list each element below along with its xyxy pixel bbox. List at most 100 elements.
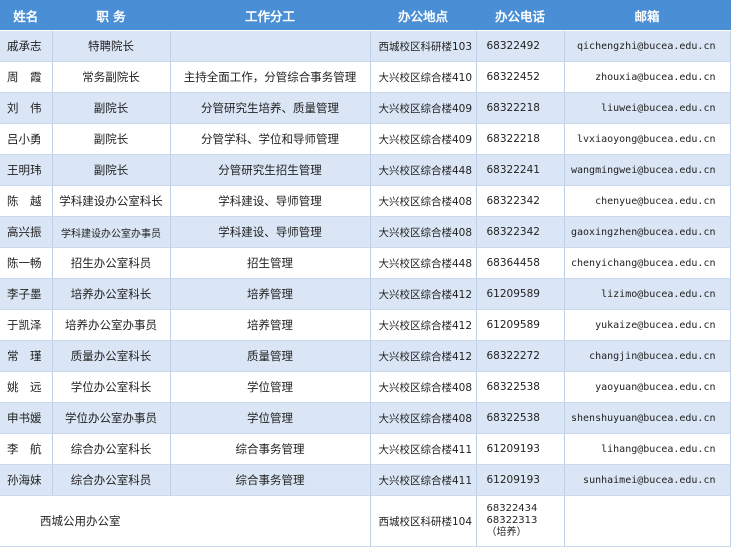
table-row: 孙海妹 综合办公室科员 综合事务管理 大兴校区综合楼411 61209193 sunhai… bbox=[0, 464, 731, 496]
table-row: 常 瑾质量办公室科长 质量管理 大兴校区综合楼412 68322272 changjin… bbox=[0, 340, 731, 372]
table-row-shared-office: 西城公用办公室 西城校区科研楼104 68322434 68322313 （培养） bbox=[0, 495, 731, 547]
name-cell: 周 霞 bbox=[0, 61, 53, 93]
title-cell: 常务副院长 bbox=[52, 61, 171, 93]
title-cell: 综合办公室科长 bbox=[52, 433, 171, 465]
title-cell: 学科建设办公室科长 bbox=[52, 185, 171, 217]
phone-line: （培养） bbox=[486, 527, 527, 538]
duty-cell: 分管学科、学位和导师管理 bbox=[170, 123, 371, 155]
duty-cell: 综合事务管理 bbox=[170, 433, 371, 465]
header-location: 办公地点 bbox=[370, 0, 477, 31]
duty-cell: 分管研究生招生管理 bbox=[170, 154, 371, 186]
phone-cell: 61209193 bbox=[476, 433, 565, 465]
duty-cell: 分管研究生培养、质量管理 bbox=[170, 92, 371, 124]
location-cell: 大兴校区综合楼408 bbox=[370, 185, 477, 217]
table-row: 王明玮 副院长 分管研究生招生管理 大兴校区综合楼448 68322241 wangmin… bbox=[0, 154, 731, 186]
location-cell: 大兴校区综合楼411 bbox=[370, 433, 477, 465]
phone-cell: 68322538 bbox=[476, 402, 565, 434]
duty-cell: 培养管理 bbox=[170, 278, 371, 310]
location-cell: 大兴校区综合楼409 bbox=[370, 92, 477, 124]
table-row: 陈 越学科建设办公室科长 学科建设、导师管理 大兴校区综合楼408 68322342 c… bbox=[0, 185, 731, 217]
email-cell: gaoxingzhen@bucea.edu.cn bbox=[564, 216, 731, 248]
phone-cell: 68322241 bbox=[476, 154, 565, 186]
phone-cell: 68322272 bbox=[476, 340, 565, 372]
location-cell: 大兴校区综合楼408 bbox=[370, 371, 477, 403]
duty-cell: 学科建设、导师管理 bbox=[170, 185, 371, 217]
phone-line: 68322313 bbox=[486, 515, 538, 526]
email-cell bbox=[564, 495, 731, 547]
title-cell: 学位办公室办事员 bbox=[52, 402, 171, 434]
location-cell: 大兴校区综合楼448 bbox=[370, 247, 477, 279]
email-cell: lizimo@bucea.edu.cn bbox=[564, 278, 731, 310]
location-cell: 西城校区科研楼104 bbox=[370, 495, 477, 547]
location-cell: 大兴校区综合楼412 bbox=[370, 309, 477, 341]
duty-cell bbox=[170, 30, 371, 62]
title-cell: 副院长 bbox=[52, 123, 171, 155]
phone-cell: 68322218 bbox=[476, 92, 565, 124]
header-row: 姓名 职 务 工作分工 办公地点 办公电话 邮箱 bbox=[0, 0, 731, 31]
phone-cell: 68322342 bbox=[476, 216, 565, 248]
email-cell: shenshuyuan@bucea.edu.cn bbox=[564, 402, 731, 434]
location-cell: 大兴校区综合楼412 bbox=[370, 340, 477, 372]
email-cell: lihang@bucea.edu.cn bbox=[564, 433, 731, 465]
staff-directory-table: 姓名 职 务 工作分工 办公地点 办公电话 邮箱 戚承志 特聘院长西城校区科研楼1… bbox=[0, 0, 731, 547]
email-cell: qichengzhi@bucea.edu.cn bbox=[564, 30, 731, 62]
phone-cell: 61209589 bbox=[476, 278, 565, 310]
title-cell: 学位办公室科长 bbox=[52, 371, 171, 403]
title-cell: 特聘院长 bbox=[52, 30, 171, 62]
header-email: 邮箱 bbox=[564, 0, 731, 31]
phone-cell: 68364458 bbox=[476, 247, 565, 279]
name-cell: 刘 伟 bbox=[0, 92, 53, 124]
name-cell: 申书媛 bbox=[0, 402, 53, 434]
email-cell: chenyue@bucea.edu.cn bbox=[564, 185, 731, 217]
name-cell: 姚 远 bbox=[0, 371, 53, 403]
title-cell: 综合办公室科员 bbox=[52, 464, 171, 496]
duty-cell: 综合事务管理 bbox=[170, 464, 371, 496]
table-row: 申书媛 学位办公室办事员 学位管理 大兴校区综合楼408 68322538 shenshu… bbox=[0, 402, 731, 434]
title-cell: 培养办公室科长 bbox=[52, 278, 171, 310]
table-row: 吕小勇 副院长 分管学科、学位和导师管理 大兴校区综合楼409 68322218 lvxi… bbox=[0, 123, 731, 155]
email-cell: lvxiaoyong@bucea.edu.cn bbox=[564, 123, 731, 155]
name-cell: 陈一畅 bbox=[0, 247, 53, 279]
title-cell: 招生办公室科员 bbox=[52, 247, 171, 279]
name-cell: 孙海妹 bbox=[0, 464, 53, 496]
location-cell: 大兴校区综合楼411 bbox=[370, 464, 477, 496]
table-row: 周 霞常务副院长 主持全面工作，分管综合事务管理 大兴校区综合楼410 6832245… bbox=[0, 61, 731, 93]
email-cell: yukaize@bucea.edu.cn bbox=[564, 309, 731, 341]
name-cell: 陈 越 bbox=[0, 185, 53, 217]
table-row: 戚承志 特聘院长 西城校区科研楼103 68322492 qichengzhi@buce… bbox=[0, 30, 731, 62]
duty-cell: 学位管理 bbox=[170, 371, 371, 403]
name-cell: 吕小勇 bbox=[0, 123, 53, 155]
table-row: 李 航综合办公室科长 综合事务管理 大兴校区综合楼411 61209193 lihang… bbox=[0, 433, 731, 465]
location-cell: 大兴校区综合楼412 bbox=[370, 278, 477, 310]
name-cell: 戚承志 bbox=[0, 30, 53, 62]
table-row: 姚 远学位办公室科长 学位管理 大兴校区综合楼408 68322538 yaoyuan@… bbox=[0, 371, 731, 403]
phone-cell-multi: 68322434 68322313 （培养） bbox=[476, 495, 565, 547]
table-row: 刘 伟副院长 分管研究生培养、质量管理 大兴校区综合楼409 68322218 liuw… bbox=[0, 92, 731, 124]
email-cell: yaoyuan@bucea.edu.cn bbox=[564, 371, 731, 403]
name-cell: 李子墨 bbox=[0, 278, 53, 310]
title-cell: 培养办公室办事员 bbox=[52, 309, 171, 341]
location-cell: 大兴校区综合楼410 bbox=[370, 61, 477, 93]
title-cell: 副院长 bbox=[52, 154, 171, 186]
header-phone: 办公电话 bbox=[476, 0, 565, 31]
location-cell: 大兴校区综合楼448 bbox=[370, 154, 477, 186]
table-body: 戚承志 特聘院长 西城校区科研楼103 68322492 qichengzhi@buce… bbox=[0, 30, 731, 547]
duty-cell: 培养管理 bbox=[170, 309, 371, 341]
duty-cell: 学科建设、导师管理 bbox=[170, 216, 371, 248]
phone-cell: 68322492 bbox=[476, 30, 565, 62]
email-cell: sunhaimei@bucea.edu.cn bbox=[564, 464, 731, 496]
title-cell: 质量办公室科长 bbox=[52, 340, 171, 372]
table-row: 陈一畅 招生办公室科员 招生管理 大兴校区综合楼448 68364458 chenyich… bbox=[0, 247, 731, 279]
phone-cell: 68322538 bbox=[476, 371, 565, 403]
email-cell: zhouxia@bucea.edu.cn bbox=[564, 61, 731, 93]
title-cell: 学科建设办公室办事员 bbox=[52, 216, 171, 248]
location-cell: 大兴校区综合楼409 bbox=[370, 123, 477, 155]
phone-cell: 68322342 bbox=[476, 185, 565, 217]
name-cell: 王明玮 bbox=[0, 154, 53, 186]
email-cell: wangmingwei@bucea.edu.cn bbox=[564, 154, 731, 186]
header-name: 姓名 bbox=[0, 0, 53, 31]
location-cell: 西城校区科研楼103 bbox=[370, 30, 477, 62]
name-cell: 高兴振 bbox=[0, 216, 53, 248]
location-cell: 大兴校区综合楼408 bbox=[370, 216, 477, 248]
phone-cell: 61209589 bbox=[476, 309, 565, 341]
